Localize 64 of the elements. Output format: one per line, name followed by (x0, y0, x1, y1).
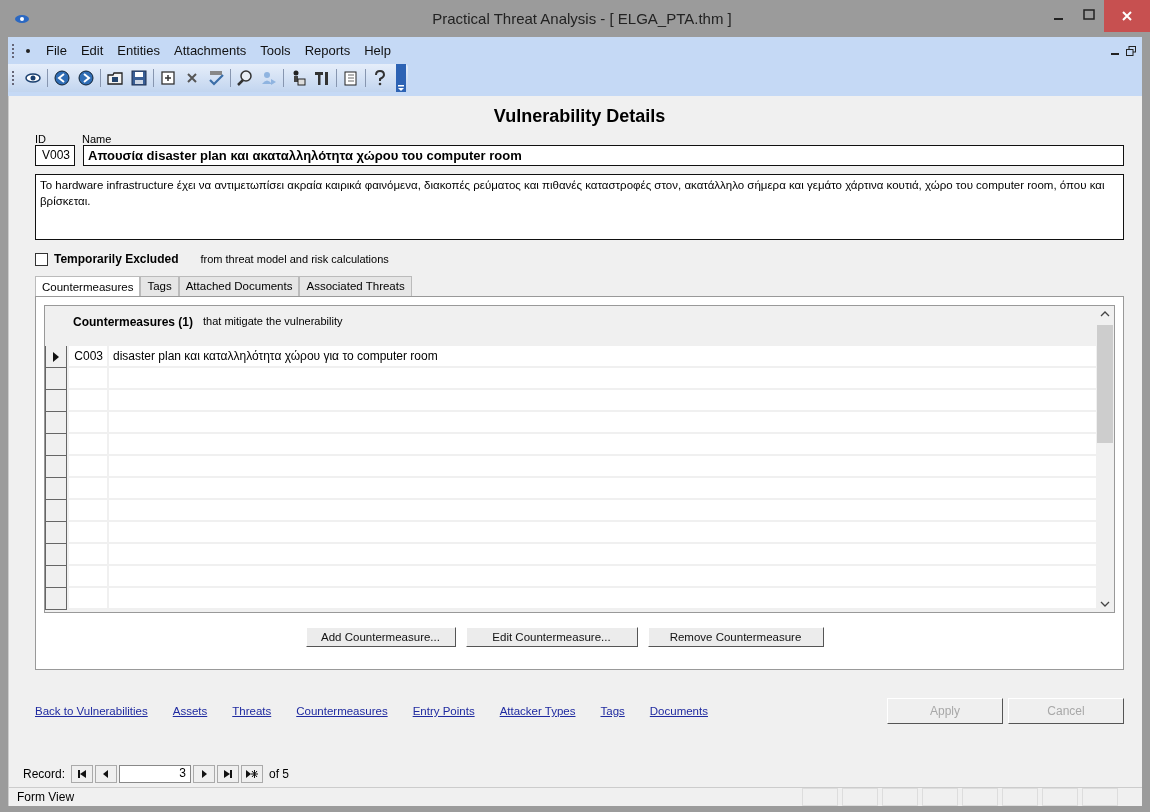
new-record-button[interactable] (241, 765, 264, 783)
current-record-icon (53, 351, 59, 362)
nav-link[interactable]: Entry Points (412, 705, 475, 717)
menu-item[interactable]: File (39, 43, 74, 58)
restore-icon[interactable] (1126, 45, 1136, 56)
last-record-button[interactable] (217, 765, 240, 783)
countermeasure-button[interactable]: Add Countermeasure... (305, 627, 456, 647)
nav-link[interactable]: Documents (649, 705, 708, 717)
status-panel (922, 788, 958, 806)
nav-link[interactable]: Countermeasures (296, 705, 388, 717)
menu-item[interactable]: Entities (110, 43, 167, 58)
scrollbar-thumb[interactable] (1097, 325, 1113, 443)
id-label: ID (35, 133, 47, 145)
checkbox-label: Temporarily Excluded (54, 252, 179, 266)
subform-title: Countermeasures (1) (73, 315, 194, 331)
nav-link[interactable]: Assets (172, 705, 208, 717)
record-number-field[interactable]: 3 (119, 765, 192, 783)
tab[interactable]: Associated Threats (299, 276, 412, 296)
nav-link[interactable]: Back to Vulnerabilities (35, 705, 148, 717)
status-panel (1002, 788, 1038, 806)
status-panel (1082, 788, 1118, 806)
record-selector[interactable] (45, 346, 67, 368)
tab[interactable]: Tags (140, 276, 179, 296)
status-text: Form View (17, 790, 75, 804)
form-heading: Vulnerability Details (492, 106, 667, 127)
tab[interactable]: Countermeasures (35, 276, 141, 296)
status-panel (1042, 788, 1078, 806)
menu-item[interactable]: Attachments (167, 43, 254, 58)
menu-dot-icon[interactable] (25, 47, 31, 54)
countermeasure-button[interactable]: Edit Countermeasure... (465, 627, 638, 647)
close-icon[interactable] (1104, 0, 1150, 32)
window-title: Practical Threat Analysis - [ ELGA_PTA.thm ] (431, 10, 733, 27)
subform-subtitle: that mitigate the vulnerability (203, 315, 343, 329)
next-record-button[interactable] (193, 765, 216, 783)
table-cell: disaster plan και καταλληλότητα χώρου για το computer room (109, 346, 1096, 366)
menu-item[interactable]: Edit (73, 43, 111, 58)
id-field[interactable]: V003 (35, 145, 75, 166)
last-record-icon (222, 769, 235, 779)
record-total: of 5 (269, 767, 290, 781)
status-panel (962, 788, 998, 806)
menu-item[interactable]: Tools (253, 43, 298, 58)
menu-item[interactable]: Reports (297, 43, 358, 58)
tab[interactable]: Attached Documents (178, 276, 300, 296)
first-record-button[interactable] (71, 765, 94, 783)
first-record-icon (76, 769, 89, 779)
overflow-icon[interactable] (397, 84, 405, 92)
status-panel (882, 788, 918, 806)
name-field[interactable]: Απουσία disaster plan και ακαταλληλότητα χώρου του computer room (83, 145, 1124, 166)
description-field[interactable]: Το hardware infrastructure έχει να αντιμετωπίσει ακραία καιρικά φαινόμενα, διακοπές ρεύματος και πιθανές καταστροφές στον, ακατάλληλο σήμερα και γεμάτο χάρτινα κουτιά, χώρο του computer room, όπου και βρίσκεται. (35, 174, 1124, 240)
checkbox-note: from threat model and risk calculations (200, 253, 389, 265)
name-label: Name (82, 133, 112, 145)
table-cell: C003 (69, 346, 107, 366)
nav-link[interactable]: Tags (600, 705, 625, 717)
previous-record-button[interactable] (95, 765, 118, 783)
nav-link[interactable]: Attacker Types (499, 705, 576, 717)
status-panel (802, 788, 838, 806)
checkbox[interactable] (35, 252, 48, 266)
nav-link[interactable]: Threats (232, 705, 272, 717)
menu-item[interactable]: Help (357, 43, 398, 58)
countermeasure-button[interactable]: Remove Countermeasure (647, 627, 824, 647)
record-label: Record: (23, 767, 66, 781)
new-record-icon (246, 769, 259, 779)
eye-icon[interactable] (14, 12, 30, 25)
status-panel (842, 788, 878, 806)
